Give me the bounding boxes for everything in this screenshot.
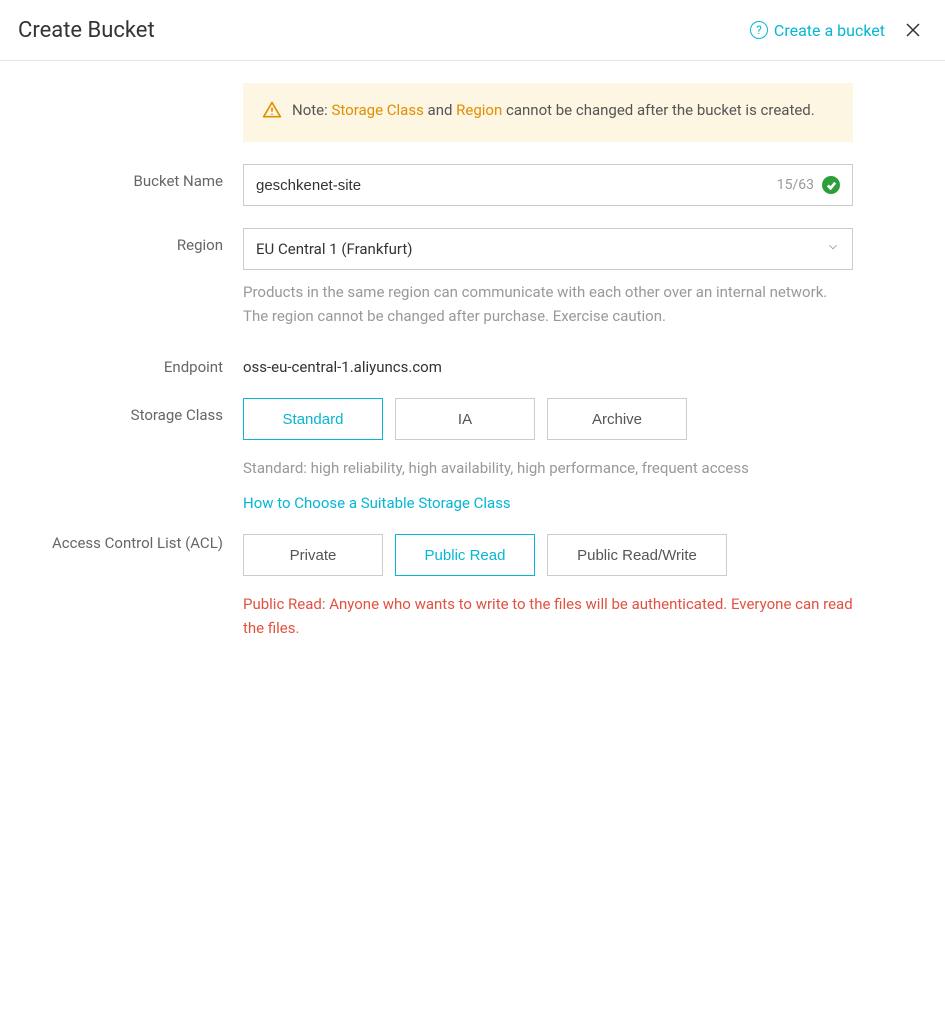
region-help-text: Products in the same region can communic… xyxy=(243,280,853,328)
region-row: Region EU Central 1 (Frankfurt) Products… xyxy=(18,228,927,328)
valid-check-icon xyxy=(822,176,840,194)
chevron-down-icon xyxy=(826,240,840,258)
endpoint-value: oss-eu-central-1.aliyuncs.com xyxy=(243,350,853,376)
dialog-header: Create Bucket ? Create a bucket xyxy=(0,0,945,61)
acl-row: Access Control List (ACL) Private Public… xyxy=(18,534,927,640)
bucket-name-input-wrap: 15/63 xyxy=(243,164,853,206)
help-link-label: Create a bucket xyxy=(774,21,885,40)
endpoint-row: Endpoint oss-eu-central-1.aliyuncs.com xyxy=(18,350,927,376)
storage-standard-option[interactable]: Standard xyxy=(243,398,383,440)
storage-archive-option[interactable]: Archive xyxy=(547,398,687,440)
char-counter: 15/63 xyxy=(777,177,814,193)
dialog-title: Create Bucket xyxy=(18,18,155,43)
region-label: Region xyxy=(18,228,243,328)
acl-group: Private Public Read Public Read/Write xyxy=(243,534,853,576)
region-value: EU Central 1 (Frankfurt) xyxy=(256,240,826,258)
acl-private-option[interactable]: Private xyxy=(243,534,383,576)
storage-class-row: Storage Class Standard IA Archive Standa… xyxy=(18,398,927,512)
acl-label: Access Control List (ACL) xyxy=(18,534,243,640)
region-select[interactable]: EU Central 1 (Frankfurt) xyxy=(243,228,853,270)
note-box: Note: Storage Class and Region cannot be… xyxy=(243,83,853,142)
storage-class-desc: Standard: high reliability, high availab… xyxy=(243,456,853,480)
storage-ia-option[interactable]: IA xyxy=(395,398,535,440)
bucket-name-row: Bucket Name 15/63 xyxy=(18,164,927,206)
endpoint-label: Endpoint xyxy=(18,350,243,376)
close-icon xyxy=(904,21,922,39)
header-actions: ? Create a bucket xyxy=(750,16,927,44)
bucket-name-input[interactable] xyxy=(256,177,777,194)
acl-warning-text: Public Read: Anyone who wants to write t… xyxy=(243,592,853,640)
note-row: Note: Storage Class and Region cannot be… xyxy=(18,83,927,142)
help-icon: ? xyxy=(750,21,768,39)
storage-class-group: Standard IA Archive xyxy=(243,398,853,440)
note-text: Note: Storage Class and Region cannot be… xyxy=(292,98,834,122)
close-button[interactable] xyxy=(899,16,927,44)
warning-icon xyxy=(262,100,282,127)
acl-public-read-option[interactable]: Public Read xyxy=(395,534,535,576)
acl-public-read-write-option[interactable]: Public Read/Write xyxy=(547,534,727,576)
note-spacer xyxy=(18,83,243,142)
storage-class-label: Storage Class xyxy=(18,398,243,512)
bucket-name-label: Bucket Name xyxy=(18,164,243,206)
help-link[interactable]: ? Create a bucket xyxy=(750,21,885,40)
form-content: Note: Storage Class and Region cannot be… xyxy=(0,61,945,640)
storage-class-help-link[interactable]: How to Choose a Suitable Storage Class xyxy=(243,494,511,512)
